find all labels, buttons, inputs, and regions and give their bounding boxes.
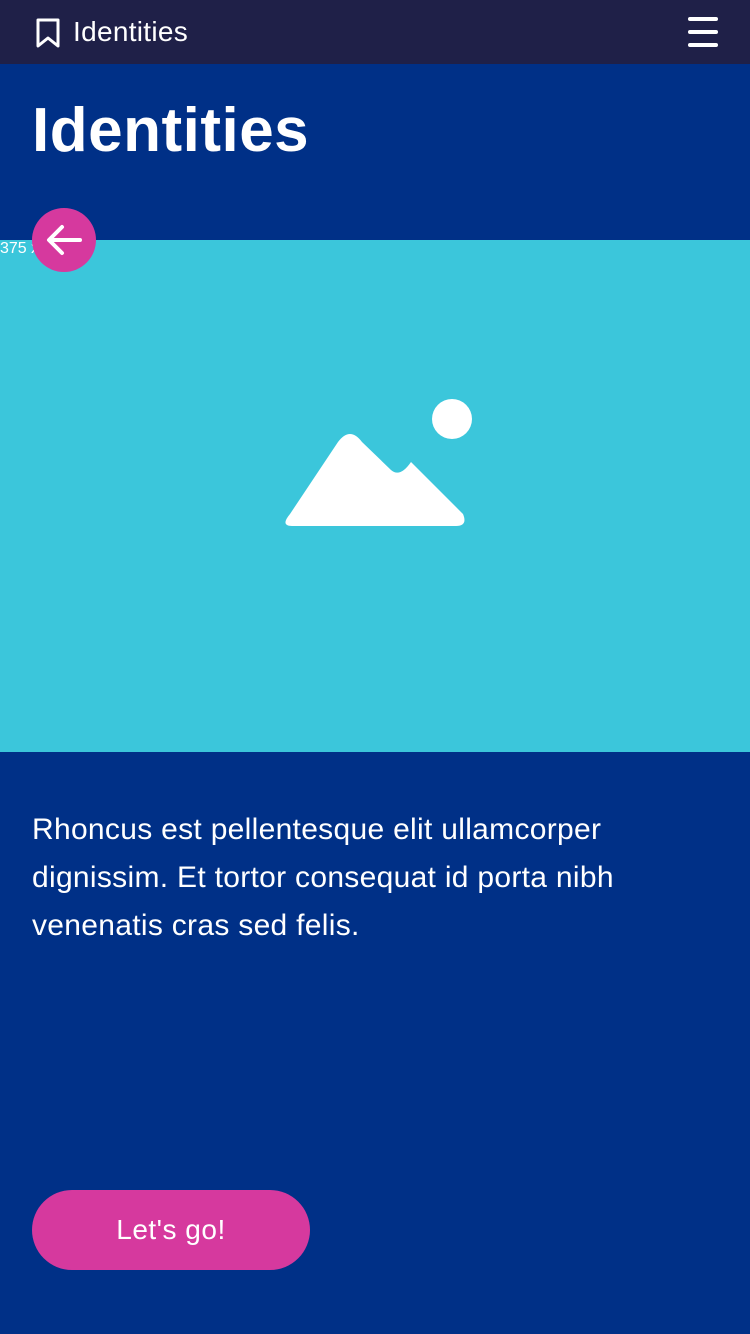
image-dimensions-label: 375 x 256 (0, 240, 70, 257)
top-app-bar: Identities (0, 0, 750, 64)
lets-go-button[interactable]: Let's go! (32, 1190, 310, 1270)
hamburger-menu-icon[interactable] (680, 12, 726, 52)
page-title: Identities (32, 96, 310, 165)
body-text: Rhoncus est pellentesque elit ullamcorpe… (32, 813, 614, 942)
arrow-left-icon (47, 225, 82, 255)
app-title: Identities (73, 16, 189, 47)
image-placeholder-icon (278, 398, 474, 528)
bookmark-icon[interactable] (35, 18, 61, 48)
back-button[interactable] (32, 208, 96, 272)
